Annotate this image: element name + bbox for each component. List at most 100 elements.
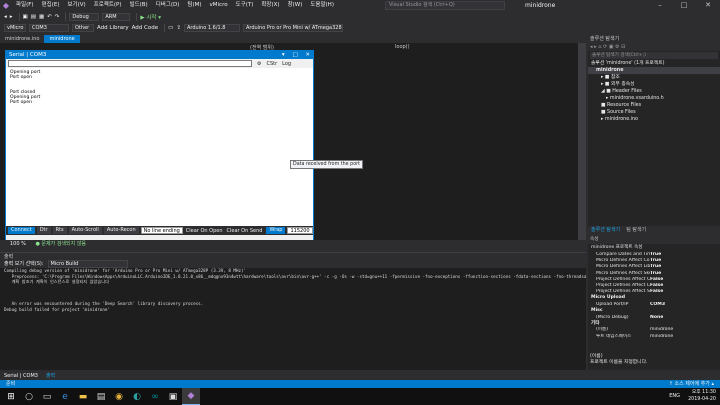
clear-button[interactable]: CStr: [266, 61, 277, 67]
properties-panel: 속성 minidrone 프로젝트 속성 Compare Dates and T…: [588, 236, 720, 370]
tab-minidrone-ino[interactable]: minidrone.ino: [0, 35, 44, 43]
edge-browser-icon[interactable]: e: [56, 388, 74, 405]
wrap-toggle[interactable]: Wrap: [266, 227, 286, 234]
tree-item[interactable]: minidrone: [588, 67, 720, 74]
property-value[interactable]: COM3: [650, 302, 665, 308]
rts-button[interactable]: Rts: [52, 227, 67, 234]
add-library-button[interactable]: Add Library: [97, 25, 129, 31]
task-view-icon[interactable]: ▭: [38, 388, 56, 405]
dtr-button[interactable]: Dtr: [36, 227, 51, 234]
tree-item[interactable]: ▸ ■ 외부 종속성: [588, 81, 720, 88]
global-search-input[interactable]: Visual Studio 검색 (Ctrl+Q): [385, 1, 505, 10]
settings-gear-icon[interactable]: ⚙: [257, 61, 261, 67]
maximize-icon[interactable]: □: [672, 0, 696, 11]
platform-select[interactable]: ARM: [102, 12, 131, 21]
serial-monitor-icon[interactable]: ▭: [168, 25, 173, 31]
menu-item[interactable]: 보기(V): [63, 0, 89, 11]
board-select[interactable]: Arduino Pro or Pro Mini w/ ATmega328: [242, 23, 343, 32]
clear-on-open-toggle[interactable]: Clear On Open: [186, 228, 223, 234]
auto-reconnect-button[interactable]: Auto-Recon: [103, 227, 139, 234]
store-icon[interactable]: ▤: [92, 388, 110, 405]
property-value[interactable]: False: [650, 289, 663, 295]
property-value[interactable]: None: [650, 315, 663, 321]
save-icon[interactable]: ▦: [39, 14, 44, 20]
app-icon[interactable]: ▣: [164, 388, 182, 405]
start-button[interactable]: ▶ 시작 ▾: [140, 13, 161, 21]
tree-item[interactable]: ▸ minidrone.vsarduino.h: [588, 95, 720, 102]
pin-icon[interactable]: ▾: [279, 52, 288, 58]
configuration-select[interactable]: Debug: [69, 12, 100, 21]
log-button[interactable]: Log: [282, 61, 291, 67]
forward-icon[interactable]: ▸: [10, 14, 13, 20]
tab-minidrone[interactable]: minidrone: [44, 35, 80, 43]
redo-icon[interactable]: ↷: [55, 14, 60, 20]
ide-version-select[interactable]: Arduino 1.6/1.8: [183, 23, 240, 32]
menu-item[interactable]: 파일(F): [12, 0, 38, 11]
menu-item[interactable]: vMicro: [206, 0, 232, 11]
maximize-serial-icon[interactable]: □: [289, 52, 300, 58]
menu-item[interactable]: 디버그(D): [152, 0, 184, 11]
minimize-icon[interactable]: –: [648, 0, 672, 11]
property-name[interactable]: 루트 네임스페이스: [588, 334, 650, 340]
arduino-icon[interactable]: ∞: [146, 388, 164, 405]
serial-output[interactable]: Opening port Port open Port closed Opening …: [6, 68, 313, 226]
windows-start-icon[interactable]: ⊞: [2, 388, 20, 405]
port-select[interactable]: COM3: [29, 23, 69, 32]
clock[interactable]: 오후 11:30 2019-04-20: [688, 389, 716, 403]
undo-icon[interactable]: ↶: [47, 14, 52, 20]
ime-indicator[interactable]: ENG: [669, 393, 680, 399]
clock-time: 오후 11:30: [691, 390, 716, 395]
connect-button[interactable]: Connect: [8, 227, 35, 234]
app-icon[interactable]: ◐: [128, 388, 146, 405]
function-dropdown[interactable]: loop(): [395, 44, 410, 50]
tab-team-explorer[interactable]: 팀 탐색기: [623, 226, 649, 234]
tab-serial-com3[interactable]: Serial | COM3: [4, 372, 38, 380]
output-text[interactable]: Compiling debug version of 'minidrone' f…: [0, 268, 586, 370]
baud-rate-select[interactable]: 115200: [287, 227, 313, 234]
tab-output[interactable]: 출력: [46, 372, 55, 380]
tree-item[interactable]: 솔루션 'minidrone' (1개 프로젝트): [588, 60, 720, 67]
upload-icon[interactable]: ⇪: [176, 25, 181, 31]
chrome-icon[interactable]: ◉: [110, 388, 128, 405]
property-name[interactable]: (Micro Debug): [588, 315, 650, 321]
menu-item[interactable]: 프로젝트(P): [90, 0, 126, 11]
zoom-level[interactable]: 100 %: [10, 241, 26, 247]
serial-send-input[interactable]: [8, 60, 252, 67]
menu-item[interactable]: 확장(X): [257, 0, 283, 11]
new-file-icon[interactable]: ▣: [23, 14, 28, 20]
open-folder-icon[interactable]: ▤: [31, 14, 36, 20]
file-explorer-icon[interactable]: ▬: [74, 388, 92, 405]
solution-search-input[interactable]: 솔루션 탐색기 검색(Ctrl+;): [590, 52, 718, 59]
tree-item[interactable]: ▸ ■ 참조: [588, 74, 720, 81]
output-source-select[interactable]: Micro Build: [47, 260, 128, 268]
add-code-button[interactable]: Add Code: [132, 25, 158, 31]
windows-taskbar: ⊞ ○ ▭ e ▬ ▤ ◉ ◐ ∞ ▣ ◆ ENG 오후 11:30 2019-…: [0, 388, 720, 405]
serial-title-bar[interactable]: Serial | COM3 ▾ □ ✕: [6, 51, 313, 59]
back-icon[interactable]: ◂: [4, 14, 7, 20]
menu-item[interactable]: 빌드(B): [126, 0, 152, 11]
visual-studio-taskbar-icon[interactable]: ◆: [182, 388, 200, 405]
menu-item[interactable]: 편집(E): [38, 0, 64, 11]
auto-scroll-button[interactable]: Auto-Scroll: [68, 227, 102, 234]
vmicro-menu[interactable]: vMicro: [4, 23, 26, 32]
line-ending-select[interactable]: No line ending: [140, 227, 183, 234]
tree-item[interactable]: ◢ ■ Header Files: [588, 88, 720, 95]
tree-item[interactable]: ■ Source Files: [588, 109, 720, 116]
tree-item[interactable]: ▸ minidrone.ino: [588, 116, 720, 123]
menu-item[interactable]: 팀(M): [183, 0, 205, 11]
issues-indicator[interactable]: ● 문제가 검색되지 않음: [35, 241, 86, 247]
tab-solution-explorer[interactable]: 솔루션 탐색기: [588, 226, 623, 234]
menu-item[interactable]: 도움말(H): [306, 0, 338, 11]
property-value[interactable]: minidrone: [650, 334, 673, 340]
close-serial-icon[interactable]: ✕: [302, 52, 313, 58]
editor-scrollbar[interactable]: [578, 43, 586, 240]
other-select[interactable]: Other: [72, 23, 94, 32]
source-control-button[interactable]: ↑ 소스 제어에 추가 ▴: [669, 380, 714, 388]
search-icon[interactable]: ○: [20, 388, 38, 405]
menu-item[interactable]: 도구(T): [232, 0, 258, 11]
menu-item[interactable]: 창(W): [284, 0, 307, 11]
clear-on-send-toggle[interactable]: Clear On Send: [227, 228, 263, 234]
properties-object[interactable]: minidrone 프로젝트 속성: [588, 244, 720, 252]
tree-item[interactable]: ■ Resource Files: [588, 102, 720, 109]
close-icon[interactable]: ✕: [696, 0, 720, 11]
